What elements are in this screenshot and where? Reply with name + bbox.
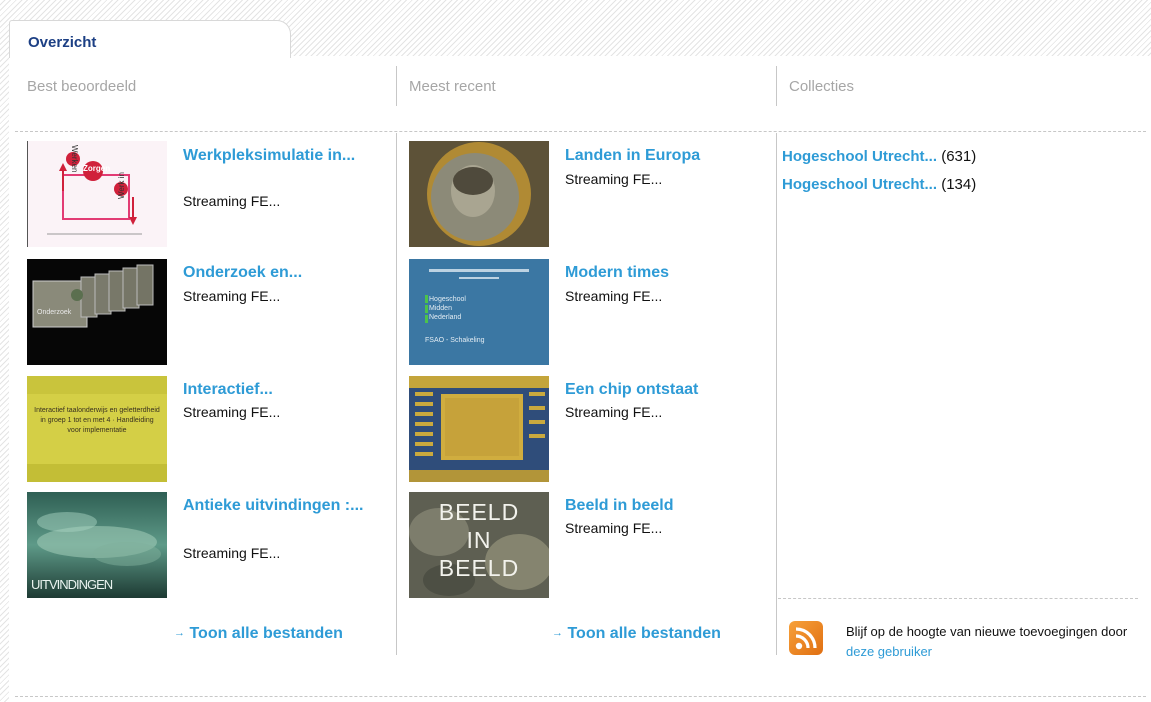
- thumb-line: Hogeschool: [429, 296, 466, 303]
- collection-count: (134): [941, 176, 977, 193]
- show-all-label: Toon alle bestanden: [189, 625, 343, 642]
- item-subtitle: Streaming FE...: [565, 520, 663, 536]
- item-title-link[interactable]: Landen in Europa: [565, 146, 755, 165]
- rss-user-link[interactable]: deze gebruiker: [846, 644, 932, 659]
- item-title-link[interactable]: Onderzoek en...: [183, 263, 373, 282]
- thumb-line: Nederland: [429, 314, 462, 321]
- item-title-link[interactable]: Werkpleksimulatie in...: [183, 146, 373, 165]
- thumb-text: BEELD IN BEELD: [438, 499, 520, 581]
- collection-count: (631): [941, 148, 977, 165]
- collection-item: Hogeschool Utrecht... (134): [782, 176, 976, 194]
- thumb-text: Onderzoek: [37, 309, 72, 316]
- collection-item: Hogeschool Utrecht... (631): [782, 148, 976, 166]
- thumbnail-beeld-in-beeld[interactable]: BEELD IN BEELD: [409, 492, 549, 598]
- column-separator: [396, 133, 397, 655]
- column-separator: [776, 133, 777, 655]
- separator: [776, 66, 777, 106]
- header-collecties: Collecties: [789, 78, 855, 95]
- left-hatch: [0, 0, 9, 702]
- item-subtitle: Streaming FE...: [565, 404, 663, 420]
- thumbnail-antieke-uitvindingen[interactable]: UITVINDINGEN: [27, 492, 167, 598]
- thumb-line: Midden: [429, 305, 452, 312]
- collection-link[interactable]: Hogeschool Utrecht...: [782, 148, 937, 165]
- rss-text: Blijf op de hoogte van nieuwe toevoeging…: [846, 624, 1128, 639]
- show-all-best-link[interactable]: → Toon alle bestanden: [174, 625, 343, 643]
- thumb-text: Werken: [70, 145, 79, 173]
- thumb-text: Hogeschool Midden Nederland: [429, 295, 466, 322]
- tab-label: Overzicht: [28, 34, 97, 51]
- thumbnail-modern-times[interactable]: Hogeschool Midden Nederland FSAO - Schak…: [409, 259, 549, 365]
- header-best-beoordeeld: Best beoordeeld: [27, 78, 137, 95]
- divider-top: [15, 131, 1146, 132]
- item-subtitle: Streaming FE...: [183, 193, 281, 209]
- thumb-text: Interactief taalonderwijs en geletterdhe…: [34, 407, 160, 434]
- divider-rss: [778, 598, 1138, 599]
- item-title-link[interactable]: Modern times: [565, 263, 755, 282]
- item-title-link[interactable]: Interactief...: [183, 380, 373, 399]
- thumb-text: UITVINDINGEN: [31, 577, 113, 592]
- item-title-link[interactable]: Beeld in beeld: [565, 496, 755, 515]
- arrow-right-icon: →: [552, 627, 563, 639]
- show-all-label: Toon alle bestanden: [567, 625, 721, 642]
- arrow-right-icon: →: [174, 627, 185, 639]
- item-subtitle: Streaming FE...: [183, 288, 281, 304]
- thumbnail-onderzoek[interactable]: Onderzoek: [27, 259, 167, 365]
- item-subtitle: Streaming FE...: [565, 288, 663, 304]
- thumb-text: Zorgen: [83, 164, 111, 173]
- tab-overzicht[interactable]: Overzicht: [9, 20, 291, 58]
- show-all-recent-link[interactable]: → Toon alle bestanden: [552, 625, 721, 643]
- item-title-link[interactable]: Een chip ontstaat: [565, 380, 755, 399]
- thumbnail-een-chip-ontstaat[interactable]: [409, 376, 549, 482]
- item-subtitle: Streaming FE...: [183, 545, 281, 561]
- thumb-text: FSAO - Schakeling: [425, 337, 485, 344]
- rss-icon[interactable]: [789, 621, 823, 655]
- collection-link[interactable]: Hogeschool Utrecht...: [782, 176, 937, 193]
- rss-follow-text: Blijf op de hoogte van nieuwe toevoeging…: [846, 622, 1136, 662]
- item-subtitle: Streaming FE...: [565, 171, 663, 187]
- divider-bottom: [15, 696, 1146, 697]
- thumbnail-interactief[interactable]: Interactief taalonderwijs en geletterdhe…: [27, 376, 167, 482]
- thumbnail-landen-in-europa[interactable]: [409, 141, 549, 247]
- thumb-text: Werk in: [117, 172, 126, 199]
- header-meest-recent: Meest recent: [409, 78, 496, 95]
- item-title-link[interactable]: Antieke uitvindingen :...: [183, 496, 373, 515]
- thumbnail-werkpleksimulatie[interactable]: Werken Zorgen Werk in: [27, 141, 167, 247]
- separator: [396, 66, 397, 106]
- item-subtitle: Streaming FE...: [183, 404, 281, 420]
